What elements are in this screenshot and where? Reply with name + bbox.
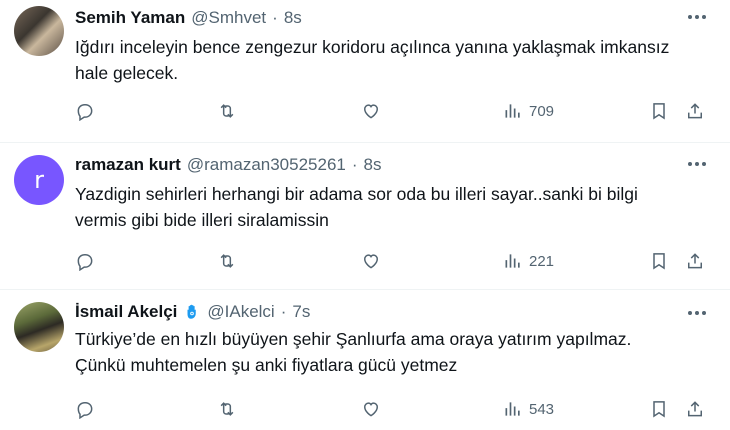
- share-button[interactable]: [685, 251, 705, 271]
- tweet[interactable]: r ramazan kurt @ramazan30525261 · 8s Yaz…: [0, 143, 730, 290]
- separator-dot: ·: [280, 302, 287, 321]
- tweet-actions: 221: [75, 249, 706, 273]
- retweet-button[interactable]: [217, 251, 237, 271]
- separator-dot: ·: [272, 8, 278, 27]
- tweet-text: Iğdırı inceleyin bence zengezur koridoru…: [75, 34, 706, 86]
- reply-button[interactable]: [75, 251, 95, 271]
- timestamp[interactable]: 7s: [292, 302, 310, 322]
- tweet-text-line: Çünkü muhtemelen şu anki fiyatlara gücü …: [75, 355, 458, 375]
- tweet-text-line: Yazdigin sehirleri herhangi bir adama so…: [75, 184, 638, 204]
- reply-icon: [77, 104, 93, 121]
- share-icon: [688, 253, 702, 269]
- views-count: 709: [529, 102, 555, 120]
- share-button[interactable]: [685, 101, 705, 121]
- reply-icon: [77, 402, 93, 419]
- bookmark-icon: [653, 253, 665, 270]
- reply-icon: [77, 254, 93, 271]
- separator-dot: ·: [351, 155, 358, 174]
- views-icon: [505, 104, 520, 118]
- tweet-actions: 709: [75, 99, 706, 123]
- author-handle[interactable]: @ramazan30525261: [187, 155, 346, 175]
- retweet-icon: [220, 254, 234, 268]
- views-button[interactable]: 543: [503, 399, 554, 419]
- more-options-icon[interactable]: [688, 307, 706, 319]
- views-button[interactable]: 221: [503, 251, 554, 271]
- share-icon: [688, 103, 702, 119]
- views-count: 221: [529, 252, 555, 270]
- avatar[interactable]: r: [14, 155, 64, 205]
- views-icon: [505, 254, 520, 268]
- author-name[interactable]: İsmail Akelçi: [75, 302, 177, 322]
- tweet-header: ramazan kurt @ramazan30525261 · 8s: [75, 155, 670, 175]
- tweet-text: Yazdigin sehirleri herhangi bir adama so…: [75, 181, 706, 233]
- author-handle[interactable]: @IAkelci: [207, 302, 274, 322]
- timestamp[interactable]: 8s: [284, 8, 302, 28]
- bookmark-icon: [653, 401, 665, 418]
- tweet-text-line: Iğdırı inceleyin bence zengezur koridoru…: [75, 37, 670, 57]
- tweet-header: Semih Yaman @Smhvet · 8s: [75, 8, 670, 28]
- more-options-icon[interactable]: [688, 11, 706, 23]
- tweet-text-line: Türkiye’de en hızlı büyüyen şehir Şanlıu…: [75, 329, 632, 349]
- avatar[interactable]: [14, 302, 64, 352]
- like-button[interactable]: [361, 251, 381, 271]
- retweet-icon: [220, 104, 234, 118]
- tweet-feed: Semih Yaman @Smhvet · 8s Iğdırı inceleyi…: [0, 0, 730, 420]
- reply-button[interactable]: [75, 399, 95, 419]
- heart-icon: [363, 104, 379, 119]
- views-icon: [505, 402, 520, 416]
- author-name[interactable]: Semih Yaman: [75, 8, 185, 28]
- retweet-icon: [220, 402, 234, 416]
- retweet-button[interactable]: [217, 101, 237, 121]
- share-icon: [688, 401, 702, 417]
- bookmark-icon: [653, 103, 665, 120]
- hamsa-icon: [183, 303, 201, 321]
- author-name[interactable]: ramazan kurt: [75, 155, 181, 175]
- views-button[interactable]: 709: [503, 101, 554, 121]
- timestamp[interactable]: 8s: [364, 155, 382, 175]
- bookmark-button[interactable]: [649, 101, 669, 121]
- heart-icon: [363, 254, 379, 269]
- tweet-text-line: vermis gibi bide illeri siralamissin: [75, 210, 329, 230]
- tweet-header: İsmail Akelçi @IAkelci · 7s: [75, 302, 670, 322]
- more-options-icon[interactable]: [688, 158, 706, 170]
- tweet-text: Türkiye’de en hızlı büyüyen şehir Şanlıu…: [75, 326, 706, 378]
- avatar[interactable]: [14, 6, 64, 56]
- heart-icon: [363, 402, 379, 417]
- author-handle[interactable]: @Smhvet: [191, 8, 266, 28]
- share-button[interactable]: [685, 399, 705, 419]
- tweet-actions: 543: [75, 397, 706, 421]
- retweet-button[interactable]: [217, 399, 237, 419]
- views-count: 543: [529, 400, 555, 418]
- bookmark-button[interactable]: [649, 399, 669, 419]
- like-button[interactable]: [361, 399, 381, 419]
- tweet-text-line: hale gelecek.: [75, 63, 179, 83]
- like-button[interactable]: [361, 101, 381, 121]
- bookmark-button[interactable]: [649, 251, 669, 271]
- reply-button[interactable]: [75, 101, 95, 121]
- tweet[interactable]: İsmail Akelçi @IAkelci · 7s Türkiye’de e…: [0, 290, 730, 430]
- tweet[interactable]: Semih Yaman @Smhvet · 8s Iğdırı inceleyi…: [0, 0, 730, 143]
